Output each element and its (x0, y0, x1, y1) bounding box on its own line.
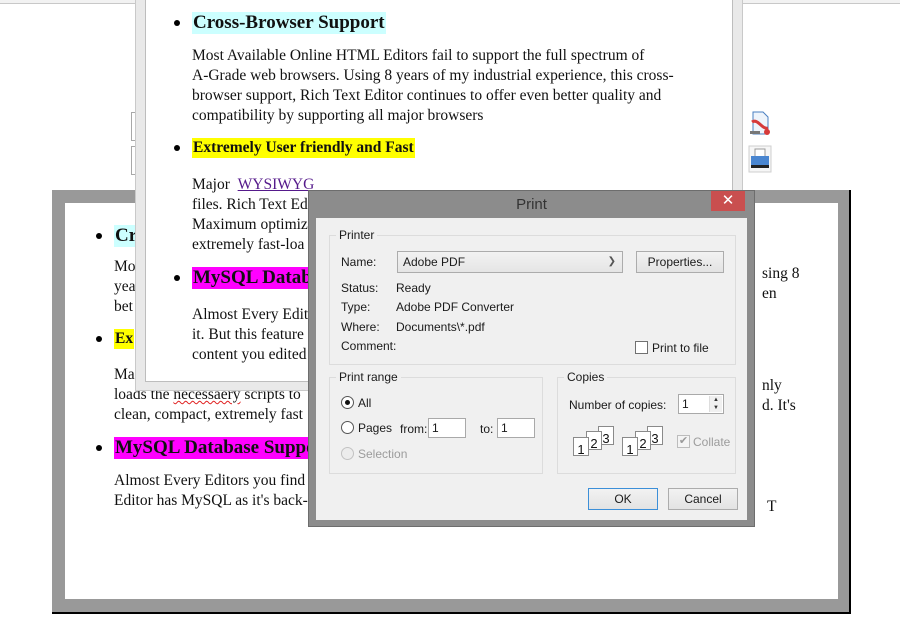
properties-button[interactable]: Properties... (636, 251, 724, 273)
group-label: Printer (336, 228, 378, 242)
text-line: clean, compact, extremely fast (114, 406, 303, 423)
text-line: compatibility by supporting all major br… (192, 107, 484, 124)
section-heading: Extremely User friendly and Fast (192, 138, 415, 158)
number-of-copies-label: Number of copies: (569, 398, 667, 412)
printer-select[interactable]: Adobe PDF ❯ (397, 251, 623, 273)
dialog-title[interactable]: Print (309, 191, 754, 218)
collate-pages-icon: 3 2 1 (570, 426, 618, 458)
printer-icon[interactable] (748, 145, 772, 173)
dialog-body: Printer Name: Adobe PDF ❯ Properties... … (316, 218, 747, 520)
section-heading: MySQL Datab (192, 267, 313, 289)
bullet (96, 336, 102, 342)
where-value: Documents\*.pdf (396, 320, 485, 334)
group-label: Copies (564, 370, 608, 384)
section-heading: MySQL Database Suppo (114, 437, 317, 459)
cancel-button[interactable]: Cancel (668, 488, 738, 510)
print-to-file-label[interactable]: Print to file (652, 341, 709, 355)
spin-arrows-icon[interactable]: ▲ ▼ (709, 396, 722, 412)
editor-section: Cross-Browser Support Most Available Onl… (174, 12, 674, 126)
radio-all[interactable] (341, 396, 354, 409)
copies-spinner[interactable]: 1 ▲ ▼ (678, 394, 724, 414)
radio-selection[interactable] (341, 447, 354, 460)
checkmark-icon: ✔ (678, 435, 689, 447)
from-page-input[interactable]: 1 (428, 418, 466, 438)
collate-pages-icon: 3 2 1 (619, 426, 667, 458)
text-line: browser support, Rich Text Editor contin… (192, 87, 662, 104)
printer-group: Printer Name: Adobe PDF ❯ Properties... … (329, 228, 736, 365)
status-value: Ready (396, 281, 431, 295)
print-range-group: Print range All Pages from: 1 to: 1 Sele… (329, 370, 543, 474)
text-line: it. But this feature (192, 326, 304, 343)
type-value: Adobe PDF Converter (396, 300, 515, 314)
text-line: extremely fast-loa (192, 236, 305, 253)
print-dialog: Print ✕ Printer Name: Adobe PDF ❯ Proper… (308, 190, 755, 527)
collate-label[interactable]: Collate (693, 435, 730, 449)
preview-right-fragments: T (767, 497, 776, 517)
section-heading: Cross-Browser Support (192, 12, 386, 34)
chevron-down-icon: ❯ (607, 256, 616, 267)
radio-selection-label[interactable]: Selection (358, 447, 407, 461)
radio-all-label[interactable]: All (358, 396, 371, 410)
pdf-export-icon[interactable] (748, 110, 772, 138)
copies-group: Copies Number of copies: 1 ▲ ▼ 3 2 1 3 2 … (557, 370, 736, 474)
text-line: Most Available Online HTML Editors fail … (192, 47, 645, 64)
ok-button[interactable]: OK (588, 488, 658, 510)
type-label: Type: (341, 300, 371, 314)
text-line: yea (114, 278, 136, 295)
preview-right-fragments: sing 8 en (762, 264, 799, 304)
bullet (174, 145, 180, 151)
to-label: to: (480, 422, 494, 436)
text-line: content you edited (192, 346, 307, 363)
printer-select-value: Adobe PDF (403, 255, 466, 269)
to-page-input[interactable]: 1 (497, 418, 535, 438)
from-label: from: (400, 422, 428, 436)
section-heading: Ex (114, 329, 135, 349)
comment-label: Comment: (341, 339, 397, 353)
copies-value: 1 (682, 397, 689, 411)
text-line: Mo (114, 258, 136, 275)
text-fragment: sing 8 (762, 265, 800, 282)
where-label: Where: (341, 320, 380, 334)
text-fragment: nly (762, 377, 782, 394)
collate-checkbox[interactable]: ✔ (677, 435, 690, 448)
text-line: Ma (114, 366, 135, 383)
text-fragment: en (762, 285, 777, 302)
bullet (96, 445, 102, 451)
radio-pages[interactable] (341, 421, 354, 434)
sheet-1: 1 (622, 437, 638, 457)
name-label: Name: (341, 255, 377, 269)
text-line: Major (192, 176, 234, 193)
close-button[interactable]: ✕ (711, 191, 745, 211)
radio-pages-label[interactable]: Pages (358, 421, 392, 435)
text-line: bet (114, 298, 133, 315)
text-fragment: T (767, 498, 777, 515)
close-icon: ✕ (721, 192, 735, 209)
bullet (174, 275, 180, 281)
text-line: Maximum optimiz (192, 216, 308, 233)
text-line: Almost Every Editors you find (114, 472, 306, 489)
bullet (96, 233, 102, 239)
status-label: Status: (341, 281, 379, 295)
text-fragment: d. It's (762, 397, 796, 414)
preview-right-fragments: nly d. It's (762, 376, 796, 416)
sheet-1: 1 (573, 437, 589, 457)
bullet (174, 20, 180, 26)
text-line: A-Grade web browsers. Using 8 years of m… (192, 67, 674, 84)
print-to-file-checkbox[interactable] (635, 341, 648, 354)
text-line: Almost Every Edit (192, 306, 309, 323)
text-line: files. Rich Text Ed (192, 196, 308, 213)
wysiwyg-link[interactable]: WYSIWYG (238, 176, 315, 193)
group-label: Print range (336, 370, 401, 384)
